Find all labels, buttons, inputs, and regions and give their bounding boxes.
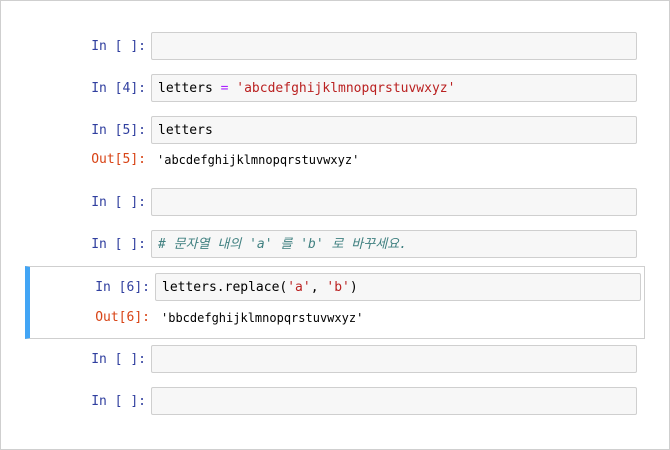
code-cell[interactable]: In [5]: letters Out[5]: 'abcdefghijklmno… xyxy=(26,116,644,172)
selected-code-cell[interactable]: In [6]: letters.replace('a', 'b') Out[6]… xyxy=(25,266,645,339)
output-prompt: Out[5]: xyxy=(91,152,146,167)
input-prompt: In [6]: xyxy=(95,280,150,295)
code-cell[interactable]: In [ ]: xyxy=(26,387,644,417)
code-string-arg: 'a' xyxy=(287,280,311,295)
code-string: 'abcdefghijklmnopqrstuvwxyz' xyxy=(236,81,456,96)
input-prompt: In [ ]: xyxy=(91,237,146,252)
input-prompt: In [ ]: xyxy=(91,352,146,367)
code-cell[interactable]: In [4]: letters = 'abcdefghijklmnopqrstu… xyxy=(26,74,644,104)
cell-output: 'bbcdefghijklmnopqrstuvwxyz' xyxy=(161,311,364,325)
code-cell[interactable]: In [ ]: xyxy=(26,345,644,375)
input-prompt: In [4]: xyxy=(91,81,146,96)
code-close-paren: ) xyxy=(349,280,358,295)
code-string-arg: 'b' xyxy=(326,280,350,295)
input-prompt: In [ ]: xyxy=(91,39,146,54)
code-comment: # 문자열 내의 'a' 를 'b' 로 바꾸세요. xyxy=(158,237,407,252)
cell-output: 'abcdefghijklmnopqrstuvwxyz' xyxy=(157,153,360,167)
code-cell[interactable]: In [ ]: # 문자열 내의 'a' 를 'b' 로 바꾸세요. xyxy=(26,230,644,260)
code-variable: letters xyxy=(158,81,213,96)
code-cell[interactable]: In [ ]: xyxy=(26,188,644,218)
code-input[interactable] xyxy=(151,345,637,373)
code-separator: , xyxy=(310,280,327,295)
notebook-container: In [ ]: In [4]: letters = 'abcdefghijklm… xyxy=(0,0,670,450)
input-prompt: In [ ]: xyxy=(91,195,146,210)
output-prompt: Out[6]: xyxy=(95,310,150,325)
input-prompt: In [ ]: xyxy=(91,394,146,409)
code-input[interactable]: letters = 'abcdefghijklmnopqrstuvwxyz' xyxy=(151,74,637,102)
code-input[interactable]: letters xyxy=(151,116,637,144)
code-input[interactable] xyxy=(151,32,637,60)
code-input[interactable] xyxy=(151,188,637,216)
code-input[interactable] xyxy=(151,387,637,415)
input-prompt: In [5]: xyxy=(91,123,146,138)
code-operator: = xyxy=(212,81,237,96)
code-cell[interactable]: In [ ]: xyxy=(26,32,644,62)
code-input[interactable]: letters.replace('a', 'b') xyxy=(155,273,641,301)
code-call: letters.replace( xyxy=(162,280,288,295)
code-input[interactable]: # 문자열 내의 'a' 를 'b' 로 바꾸세요. xyxy=(151,230,637,258)
